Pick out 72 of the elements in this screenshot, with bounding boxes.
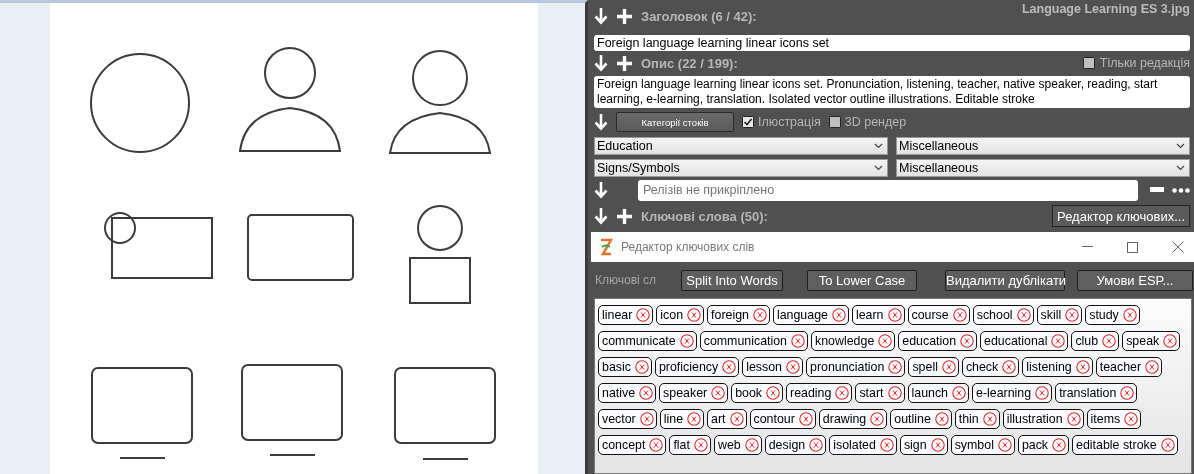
keyword-tag[interactable]: knowledge (811, 331, 896, 351)
keyword-editor-button[interactable]: Редактор ключових... (1052, 205, 1190, 227)
category-dropdown[interactable]: Miscellaneous (896, 159, 1190, 177)
keyword-tag[interactable]: launch (907, 383, 969, 403)
section-label: Заголовок (6 / 42): (641, 8, 757, 24)
keyword-tag[interactable]: foreign (707, 305, 770, 325)
keyword-tag[interactable]: icon (656, 305, 705, 325)
window-title: Редактор ключових слів (621, 240, 755, 254)
keyword-tag[interactable]: speaker (659, 383, 729, 403)
keyword-tag[interactable]: line (659, 409, 705, 429)
keyword-tag[interactable]: illustration (1002, 409, 1084, 429)
keyword-tag[interactable]: start (855, 383, 905, 403)
keyword-tag[interactable]: items (1086, 409, 1142, 429)
keywords-label: Ключові сл (595, 273, 658, 287)
keyword-tag[interactable]: spell (908, 357, 959, 377)
keyword-tag[interactable]: isolated (829, 435, 897, 455)
file-name: Language Learning ES 3.jpg (1021, 2, 1190, 16)
keyword-tag[interactable]: linear (598, 305, 654, 325)
keyword-tag[interactable]: flat (669, 435, 711, 455)
keyword-tag[interactable]: check (961, 357, 1020, 377)
keyword-tag[interactable]: drawing (818, 409, 888, 429)
keyword-tag[interactable]: reading (786, 383, 853, 403)
keyword-tag[interactable]: translation (1055, 383, 1138, 403)
keyword-tag[interactable]: web (713, 435, 762, 455)
keyword-tag[interactable]: study (1085, 305, 1140, 325)
toolbar-button[interactable]: To Lower Case (807, 269, 917, 291)
keyword-tag[interactable]: thin (954, 409, 1000, 429)
option-label: Ілюстрація (758, 115, 821, 129)
keyword-tag[interactable]: communicate (598, 331, 697, 351)
keyword-tag[interactable]: pronunciation (806, 357, 906, 377)
option-label: Тільки редакція (1099, 56, 1190, 70)
keyword-tag[interactable]: contour (749, 409, 816, 429)
keyword-tag[interactable]: editable stroke (1072, 435, 1178, 455)
keyword-tag[interactable]: skill (1036, 305, 1083, 325)
keyword-tag[interactable]: sign (899, 435, 948, 455)
keyword-tag[interactable]: club (1071, 331, 1120, 351)
toolbar-button[interactable]: Split Into Words (681, 269, 783, 291)
categories-button[interactable]: Категорії стоків (616, 112, 734, 132)
keyword-tag[interactable]: e-learning (972, 383, 1053, 403)
keyword-tag[interactable]: concept (598, 435, 667, 455)
keyword-tag[interactable]: learn (851, 305, 905, 325)
keyword-tag[interactable]: language (772, 305, 849, 325)
keyword-tag[interactable]: course (907, 305, 970, 325)
keyword-tag[interactable]: teacher (1095, 357, 1163, 377)
keyword-tag[interactable]: listening (1022, 357, 1093, 377)
title-field[interactable]: Foreign language learning linear icons set (594, 35, 1190, 51)
keyword-tag[interactable]: educational (980, 331, 1069, 351)
category-dropdown[interactable]: Miscellaneous (896, 137, 1190, 155)
category-dropdown[interactable]: Education (594, 137, 888, 155)
section-label: Опис (22 / 199): (641, 55, 738, 71)
keyword-tag[interactable]: pack (1017, 435, 1070, 455)
keyword-tag[interactable]: native (598, 383, 657, 403)
keyword-tag[interactable]: education (898, 331, 978, 351)
keyword-tag[interactable]: school (972, 305, 1034, 325)
keyword-tag[interactable]: art (707, 409, 747, 429)
keyword-tag[interactable]: basic (598, 357, 652, 377)
description-field[interactable]: Foreign language learning linear icons set. Pronunciation, listening, teacher, native speaker, reading, start learning, e-learning, translation. Isolated vector outline illustrations. Editable stroke (594, 76, 1190, 108)
keyword-tag[interactable]: proficiency (654, 357, 740, 377)
keyword-tag[interactable]: design (764, 435, 827, 455)
keyword-tag[interactable]: communication (699, 331, 809, 351)
releases-field[interactable]: Релізів не прикріплено (638, 179, 1138, 201)
section-label: Ключові слова (50): (641, 208, 768, 224)
option-label: 3D рендер (844, 115, 907, 129)
keyword-tag[interactable]: speak (1122, 331, 1181, 351)
toolbar-button[interactable]: Видалити дублікати (945, 269, 1065, 291)
keyword-tag[interactable]: vector (598, 409, 657, 429)
toolbar-button[interactable]: Умови ESP... (1077, 269, 1193, 291)
keyword-tag[interactable]: book (731, 383, 784, 403)
keyword-tag[interactable]: lesson (742, 357, 803, 377)
keyword-tag[interactable]: symbol (950, 435, 1015, 455)
keyword-tag[interactable]: outline (890, 409, 952, 429)
category-dropdown[interactable]: Signs/Symbols (594, 159, 888, 177)
